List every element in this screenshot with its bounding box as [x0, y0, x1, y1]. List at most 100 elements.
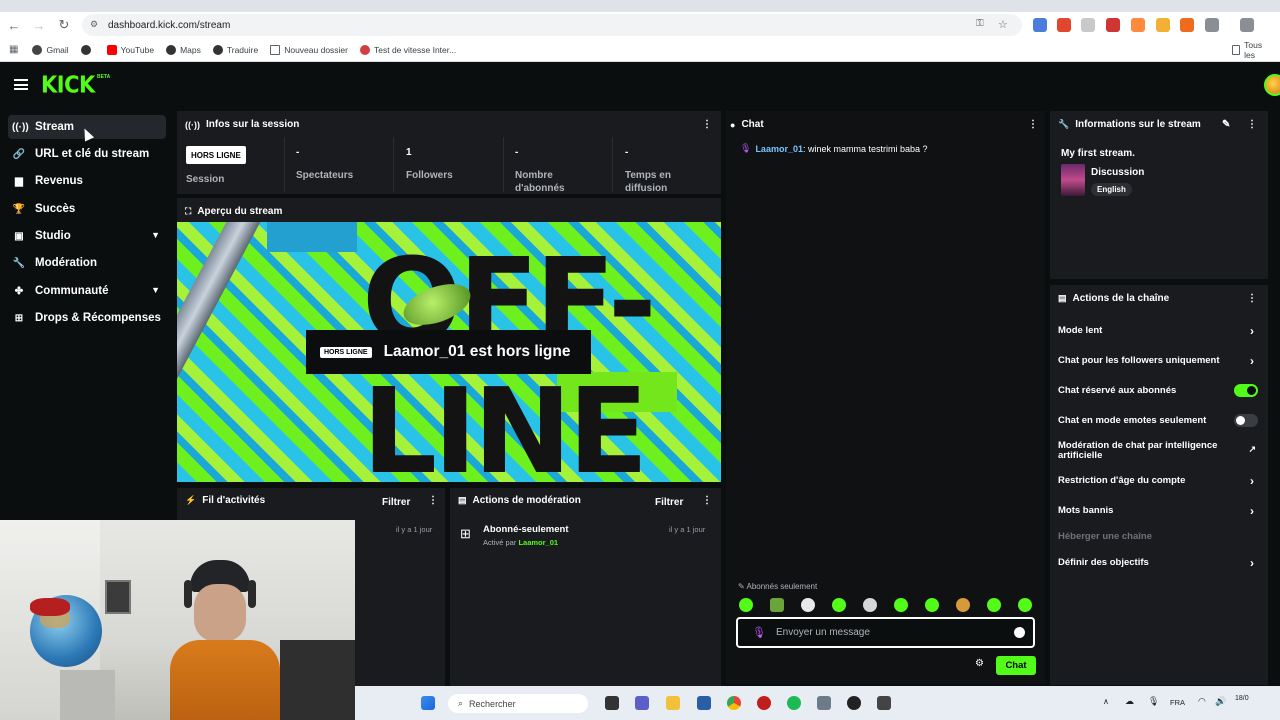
app-icon[interactable]	[847, 696, 861, 710]
bookmark-gmail[interactable]: Gmail	[32, 44, 69, 55]
file-explorer-icon[interactable]	[666, 696, 680, 710]
chat-message-text: : winek mamma testrimi baba ?	[802, 143, 928, 154]
emote-icon[interactable]	[894, 598, 908, 612]
clock-date[interactable]: 18/0	[1235, 694, 1249, 704]
extension-icon-7[interactable]	[1180, 18, 1194, 32]
site-info-icon[interactable]: ⚙	[90, 19, 102, 31]
volume-icon[interactable]: 🔊	[1215, 696, 1226, 707]
emote-icon[interactable]	[863, 598, 877, 612]
bookmark-traduire[interactable]: Traduire	[212, 44, 258, 55]
address-bar[interactable]: ⚙ dashboard.kick.com/stream	[82, 14, 1022, 36]
chat-message-user[interactable]: Laamor_01	[755, 144, 803, 154]
chrome-icon[interactable]	[727, 696, 741, 710]
extension-icon-6[interactable]	[1156, 18, 1170, 32]
sidebar-item-revenus[interactable]: ▆ Revenus	[8, 169, 166, 193]
stream-category[interactable]: Discussion	[1091, 167, 1144, 178]
emote-icon[interactable]	[925, 598, 939, 612]
chat-title: ● Chat	[730, 119, 764, 130]
microphone-icon[interactable]: 🎙	[1148, 696, 1159, 707]
session-more-icon[interactable]: ⋮	[702, 119, 712, 130]
chat-more-icon[interactable]: ⋮	[1028, 119, 1038, 130]
tray-chevron-icon[interactable]: ∧	[1103, 697, 1109, 706]
app-icon[interactable]	[877, 696, 891, 710]
channel-actions-more-icon[interactable]: ⋮	[1247, 293, 1257, 304]
spotify-icon[interactable]	[787, 696, 801, 710]
back-icon[interactable]: ←	[3, 14, 25, 36]
extension-icon-1[interactable]	[1033, 18, 1047, 32]
password-key-icon[interactable]: ⚿	[976, 18, 990, 32]
edit-pencil-icon[interactable]: ✎	[1222, 119, 1230, 130]
extensions-puzzle-icon[interactable]	[1205, 18, 1219, 32]
emote-only-toggle[interactable]	[1234, 414, 1258, 427]
onedrive-icon[interactable]: ☁	[1125, 696, 1134, 707]
extension-icon-3[interactable]	[1081, 18, 1095, 32]
kick-logo[interactable]: KICK	[41, 72, 95, 98]
sidebar-item-studio[interactable]: ▣ Studio ▼	[8, 224, 166, 248]
sidebar-item-moderation[interactable]: 🔧 Modération	[8, 251, 166, 275]
chat-settings-gear-icon[interactable]: ⚙	[975, 658, 984, 669]
bookmark-speedtest[interactable]: Test de vitesse Inter...	[360, 44, 456, 55]
chevron-down-icon[interactable]: ▼	[151, 285, 160, 295]
stream-info-more-icon[interactable]: ⋮	[1247, 119, 1257, 130]
all-bookmarks[interactable]: Tous les	[1232, 40, 1268, 60]
emote-icon[interactable]	[987, 598, 1001, 612]
menu-icon[interactable]	[14, 79, 28, 90]
bookmark-blank[interactable]	[80, 44, 95, 55]
emote-icon[interactable]	[739, 598, 753, 612]
sidebar-item-drops[interactable]: ⊞ Drops & Récompenses	[8, 306, 166, 330]
action-followers-only[interactable]: Chat pour les followers uniquement ›	[1058, 355, 1258, 367]
chevron-right-icon: ›	[1250, 556, 1254, 570]
sidebar-item-communaute[interactable]: ✤ Communauté ▼	[8, 279, 166, 303]
user-avatar[interactable]	[1264, 74, 1280, 96]
emote-icon[interactable]	[801, 598, 815, 612]
store-icon[interactable]	[697, 696, 711, 710]
wifi-icon[interactable]: ◠	[1198, 696, 1206, 707]
extension-icon-5[interactable]	[1131, 18, 1145, 32]
tab-search-icon[interactable]	[1240, 18, 1254, 32]
apps-grid-icon[interactable]: ▦	[9, 44, 18, 55]
action-slow-mode[interactable]: Mode lent ›	[1058, 325, 1258, 337]
reload-icon[interactable]: ↻	[53, 14, 75, 36]
studio-icon: ▣	[14, 230, 24, 242]
bookmark-folder[interactable]: Nouveau dossier	[270, 44, 348, 55]
emote-icon[interactable]	[956, 598, 970, 612]
task-view-icon[interactable]	[605, 696, 619, 710]
chat-send-button[interactable]: Chat	[996, 656, 1036, 675]
stream-info-title: 🔧 Informations sur le stream	[1058, 119, 1201, 130]
action-age-restriction[interactable]: Restriction d'âge du compte ›	[1058, 475, 1258, 487]
chevron-down-icon[interactable]: ▼	[151, 230, 160, 240]
obs-icon[interactable]	[757, 696, 771, 710]
subscribers-only-toggle[interactable]	[1234, 384, 1258, 397]
browser-tab-strip	[0, 0, 1280, 12]
settings-icon[interactable]	[817, 696, 831, 710]
bookmark-maps[interactable]: Maps	[166, 44, 201, 55]
action-banned-words[interactable]: Mots bannis ›	[1058, 505, 1258, 517]
moderation-event-user[interactable]: Laamor_01	[518, 538, 558, 547]
sidebar-item-url-key[interactable]: 🔗 URL et clé du stream	[8, 142, 166, 166]
emote-icon[interactable]	[1018, 598, 1032, 612]
taskbar-search[interactable]: ⌕ Rechercher	[448, 694, 588, 713]
emoji-icon[interactable]	[1014, 627, 1025, 638]
search-icon: ⌕	[458, 698, 464, 708]
action-ai-moderation[interactable]: Modération de chat par intelligence arti…	[1058, 441, 1256, 461]
extension-icon-2[interactable]	[1057, 18, 1071, 32]
maps-icon	[166, 44, 177, 55]
teams-icon[interactable]	[635, 696, 649, 710]
activity-more-icon[interactable]: ⋮	[428, 495, 438, 506]
mic-badge-icon: 🎙	[752, 627, 766, 639]
extension-icon-4[interactable]	[1106, 18, 1120, 32]
forward-icon[interactable]: →	[28, 14, 50, 36]
activity-filter-button[interactable]: Filtrer	[382, 497, 410, 508]
emote-icon[interactable]	[832, 598, 846, 612]
moderation-more-icon[interactable]: ⋮	[702, 495, 712, 506]
input-language[interactable]: FRA	[1170, 698, 1185, 707]
moderation-filter-button[interactable]: Filtrer	[655, 497, 683, 508]
windows-start-icon[interactable]	[421, 696, 435, 710]
emote-icon[interactable]	[770, 598, 784, 612]
sidebar-item-succes[interactable]: 🏆 Succès	[8, 197, 166, 221]
action-set-goals[interactable]: Définir des objectifs ›	[1058, 556, 1258, 570]
bookmark-youtube[interactable]: YouTube	[106, 44, 154, 55]
bookmark-star-icon[interactable]: ☆	[998, 18, 1012, 32]
chat-message-input[interactable]: 🎙 Envoyer un message	[736, 617, 1035, 648]
moderation-event-title: Abonné-seulement	[483, 524, 569, 535]
